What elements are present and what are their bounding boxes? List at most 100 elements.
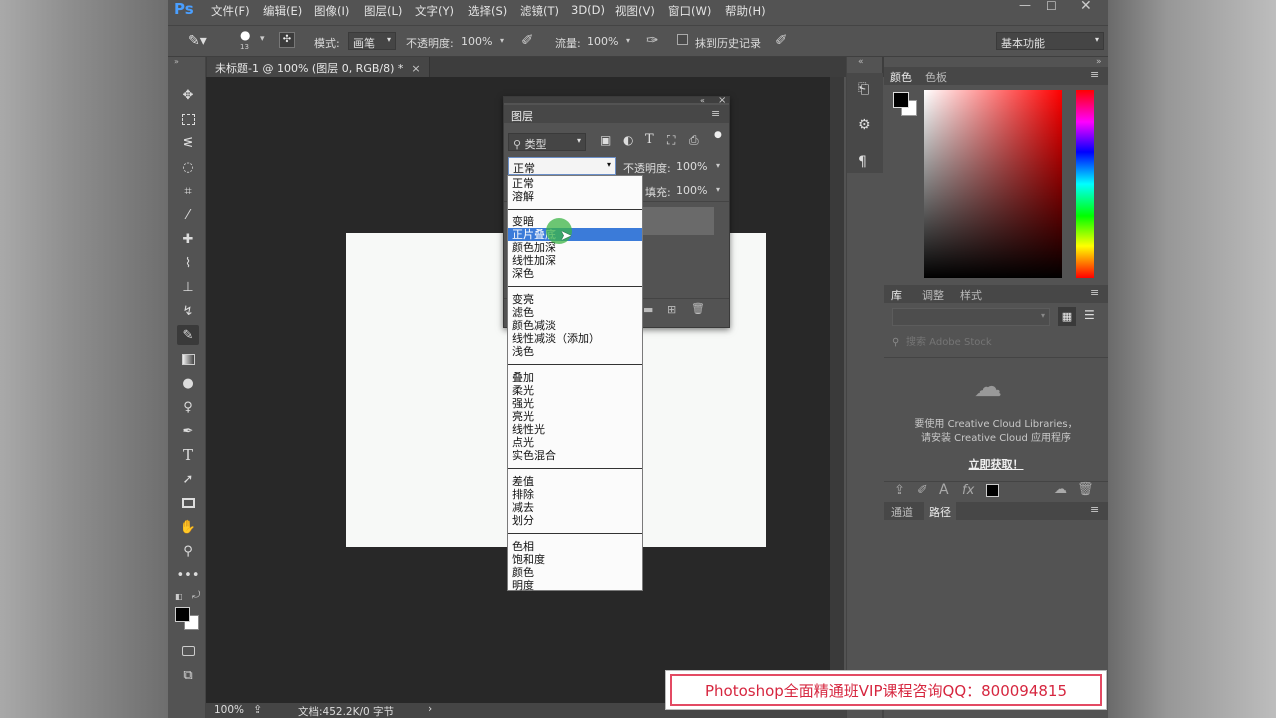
hand-tool-icon[interactable]: ✋ xyxy=(177,517,199,537)
brush-panel-icon[interactable]: ✣ xyxy=(279,32,295,48)
menu-filter[interactable]: 滤镜(T) xyxy=(520,3,559,19)
stamp-tool-icon[interactable]: ⊥ xyxy=(177,277,199,297)
fill-value[interactable]: 100% xyxy=(676,184,707,197)
blend-subtract[interactable]: 减去 xyxy=(508,501,642,514)
quick-selection-tool-icon[interactable]: ◌ xyxy=(177,157,199,177)
layer-style-icon[interactable]: fx xyxy=(962,483,974,498)
brush-dot-icon[interactable]: ● xyxy=(240,28,250,42)
eraser-tool-icon[interactable]: ✎ xyxy=(177,325,199,345)
get-now-link[interactable]: 立即获取！ xyxy=(884,456,1108,472)
blend-hard-light[interactable]: 强光 xyxy=(508,397,642,410)
blend-color[interactable]: 颜色 xyxy=(508,566,642,579)
layers-menu-icon[interactable]: ≡ xyxy=(711,107,720,120)
delete-icon[interactable]: 🗑 xyxy=(1077,482,1094,497)
menu-select[interactable]: 选择(S) xyxy=(468,3,507,19)
blend-luminosity[interactable]: 明度 xyxy=(508,579,642,592)
maximize-icon[interactable]: ☐ xyxy=(1046,0,1057,13)
blend-lighter-color[interactable]: 浅色 xyxy=(508,345,642,358)
add-color-icon[interactable] xyxy=(986,484,999,497)
fill-chevron-icon[interactable]: ▾ xyxy=(716,185,720,194)
cloud-sync-icon[interactable]: ☁ xyxy=(1054,482,1067,497)
layers-collapse-icon[interactable]: « xyxy=(700,96,705,105)
paths-menu-icon[interactable]: ≡ xyxy=(1090,503,1099,516)
type-tool-icon[interactable]: T xyxy=(177,445,199,465)
dodge-tool-icon[interactable]: ♀ xyxy=(177,397,199,417)
lasso-tool-icon[interactable]: ᓬ xyxy=(177,133,199,153)
tab-channels[interactable]: 通道 xyxy=(891,504,913,520)
new-group-icon[interactable]: ▬ xyxy=(643,303,653,316)
swap-colors-icon[interactable]: ⤾ xyxy=(192,590,200,601)
blend-vivid-light[interactable]: 亮光 xyxy=(508,410,642,423)
default-colors-icon[interactable]: ◧ xyxy=(175,592,183,601)
document-tab[interactable]: 未标题-1 @ 100% (图层 0, RGB/8) * × xyxy=(207,57,430,77)
flow-chevron-icon[interactable]: ▾ xyxy=(626,36,630,45)
eraser-preset-icon[interactable]: ✎▾ xyxy=(188,33,207,49)
collapse-icon[interactable]: » xyxy=(174,57,179,66)
blend-linear-light[interactable]: 线性光 xyxy=(508,423,642,436)
menu-3d[interactable]: 3D(D) xyxy=(571,3,605,17)
flow-value[interactable]: 100% xyxy=(587,35,618,48)
menu-view[interactable]: 视图(V) xyxy=(615,3,655,19)
tab-swatches[interactable]: 色板 xyxy=(925,69,947,85)
canvas-scrollbar[interactable] xyxy=(830,77,844,703)
status-menu-chevron-icon[interactable]: › xyxy=(428,703,432,715)
zoom-level[interactable]: 100% xyxy=(214,704,244,716)
dock-collapse-icon[interactable]: « xyxy=(858,57,864,67)
more-tools-icon[interactable]: ••• xyxy=(177,565,200,585)
blend-exclusion[interactable]: 排除 xyxy=(508,488,642,501)
tab-libraries[interactable]: 库 xyxy=(891,287,902,303)
layer-filter-select[interactable]: ⚲ 类型 ▾ xyxy=(508,133,586,151)
workspace-select[interactable]: 基本功能 ▾ xyxy=(996,32,1104,50)
blend-lighten[interactable]: 变亮 xyxy=(508,293,642,306)
path-selection-tool-icon[interactable]: ➚ xyxy=(177,469,199,489)
opacity-value[interactable]: 100% xyxy=(461,35,492,48)
pen-tool-icon[interactable]: ✒ xyxy=(177,421,199,441)
move-tool-icon[interactable]: ✥ xyxy=(177,85,199,105)
tab-styles[interactable]: 样式 xyxy=(960,287,982,303)
tab-adjustments[interactable]: 调整 xyxy=(922,287,944,303)
stock-search-input[interactable] xyxy=(906,334,1086,350)
panels-collapse-icon[interactable]: » xyxy=(1096,57,1102,67)
library-menu-icon[interactable]: ≡ xyxy=(1090,286,1099,299)
screen-mode-icon[interactable]: ⧉ xyxy=(177,665,199,685)
menu-image[interactable]: 图像(I) xyxy=(314,3,349,19)
delete-layer-icon[interactable]: 🗑 xyxy=(691,302,705,315)
close-tab-icon[interactable]: × xyxy=(411,62,420,75)
foreground-color-swatch[interactable] xyxy=(175,607,190,622)
blend-pin-light[interactable]: 点光 xyxy=(508,436,642,449)
zoom-tool-icon[interactable]: ⚲ xyxy=(177,541,199,561)
healing-brush-tool-icon[interactable]: ✚ xyxy=(177,229,199,249)
grid-view-icon[interactable]: ▦ xyxy=(1058,307,1076,326)
blend-overlay[interactable]: 叠加 xyxy=(508,371,642,384)
blend-hue[interactable]: 色相 xyxy=(508,540,642,553)
library-select[interactable]: ▾ xyxy=(892,308,1050,326)
menu-window[interactable]: 窗口(W) xyxy=(668,3,711,19)
blend-multiply[interactable]: 正片叠底 xyxy=(508,228,642,241)
pressure-opacity-icon[interactable]: ✐ xyxy=(521,31,534,49)
blend-normal[interactable]: 正常 xyxy=(508,177,642,190)
history-brush-tool-icon[interactable]: ↯ xyxy=(177,301,199,321)
tab-color[interactable]: 颜色 xyxy=(890,69,912,85)
blend-darker-color[interactable]: 深色 xyxy=(508,267,642,280)
color-field[interactable] xyxy=(924,90,1062,278)
blend-screen[interactable]: 滤色 xyxy=(508,306,642,319)
blend-mode-select[interactable]: 正常 ▾ xyxy=(508,157,616,175)
blend-mode-list[interactable]: 正常 溶解 变暗 正片叠底 颜色加深 线性加深 深色 变亮 滤色 颜色减淡 线性… xyxy=(507,175,643,592)
eyedropper-tool-icon[interactable]: ⁄ xyxy=(177,205,199,225)
mode-select[interactable]: 画笔 ▾ xyxy=(348,32,396,50)
hue-slider[interactable] xyxy=(1076,90,1094,278)
crop-tool-icon[interactable]: ⌗ xyxy=(177,181,199,201)
menu-help[interactable]: 帮助(H) xyxy=(725,3,766,19)
menu-type[interactable]: 文字(Y) xyxy=(415,3,454,19)
filter-smart-object-icon[interactable]: ⎙ xyxy=(689,133,699,148)
quick-mask-icon[interactable] xyxy=(177,641,199,661)
blend-difference[interactable]: 差值 xyxy=(508,475,642,488)
upload-icon[interactable]: ⇪ xyxy=(894,483,905,498)
blend-saturation[interactable]: 饱和度 xyxy=(508,553,642,566)
blend-divide[interactable]: 划分 xyxy=(508,514,642,527)
list-view-icon[interactable]: ☰ xyxy=(1084,308,1095,322)
filter-type-icon[interactable]: T xyxy=(645,132,654,147)
history-panel-icon[interactable]: ⎗ xyxy=(858,81,869,97)
character-style-icon[interactable]: A xyxy=(939,482,949,498)
menu-file[interactable]: 文件(F) xyxy=(211,3,250,19)
